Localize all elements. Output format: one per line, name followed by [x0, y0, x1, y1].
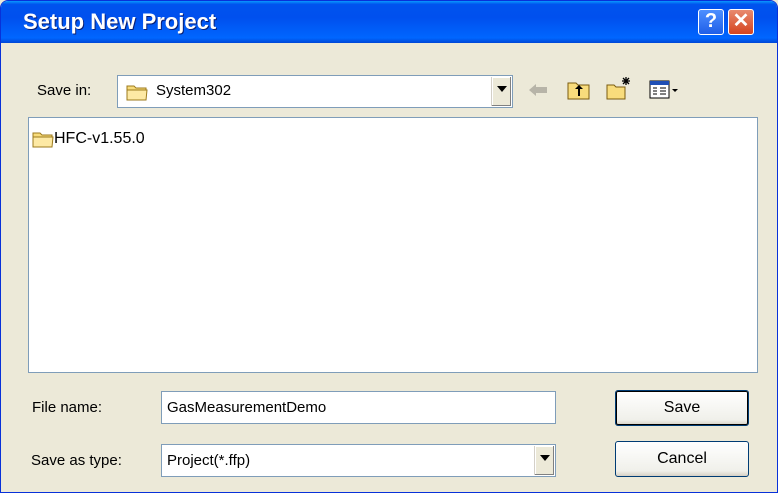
cancel-button[interactable]: Cancel — [615, 441, 749, 477]
save-in-dropdown[interactable]: System302 — [117, 75, 513, 108]
save-as-type-label: Save as type: — [31, 452, 122, 469]
folder-icon — [32, 130, 54, 153]
save-in-dropdown-arrow[interactable] — [491, 77, 511, 106]
file-name-label: File name: — [32, 399, 103, 416]
help-button[interactable]: ? — [698, 9, 724, 35]
view-menu-icon[interactable] — [649, 80, 679, 100]
save-in-label: Save in: — [37, 82, 92, 99]
up-one-level-icon[interactable] — [567, 79, 591, 101]
back-arrow-icon[interactable] — [528, 83, 548, 97]
setup-new-project-dialog: Setup New Project ? ✕ Save in: System302 — [0, 0, 778, 493]
file-name-field[interactable]: GasMeasurementDemo — [161, 391, 556, 424]
list-item-label: HFC-v1.55.0 — [54, 130, 145, 147]
chevron-down-icon — [497, 86, 507, 92]
file-list[interactable]: HFC-v1.55.0 — [28, 117, 758, 373]
save-button[interactable]: Save — [615, 390, 749, 426]
chevron-down-icon — [540, 455, 550, 461]
dialog-title: Setup New Project — [23, 9, 217, 34]
new-folder-icon[interactable] — [606, 76, 632, 101]
save-as-type-dropdown[interactable]: Project(*.ffp) — [161, 444, 556, 477]
close-button[interactable]: ✕ — [728, 9, 754, 35]
save-as-type-value: Project(*.ffp) — [167, 452, 251, 469]
folder-icon — [126, 83, 148, 101]
title-bar[interactable]: Setup New Project ? ✕ — [1, 1, 777, 43]
save-in-value: System302 — [156, 82, 232, 99]
save-as-type-dropdown-arrow[interactable] — [534, 446, 554, 475]
